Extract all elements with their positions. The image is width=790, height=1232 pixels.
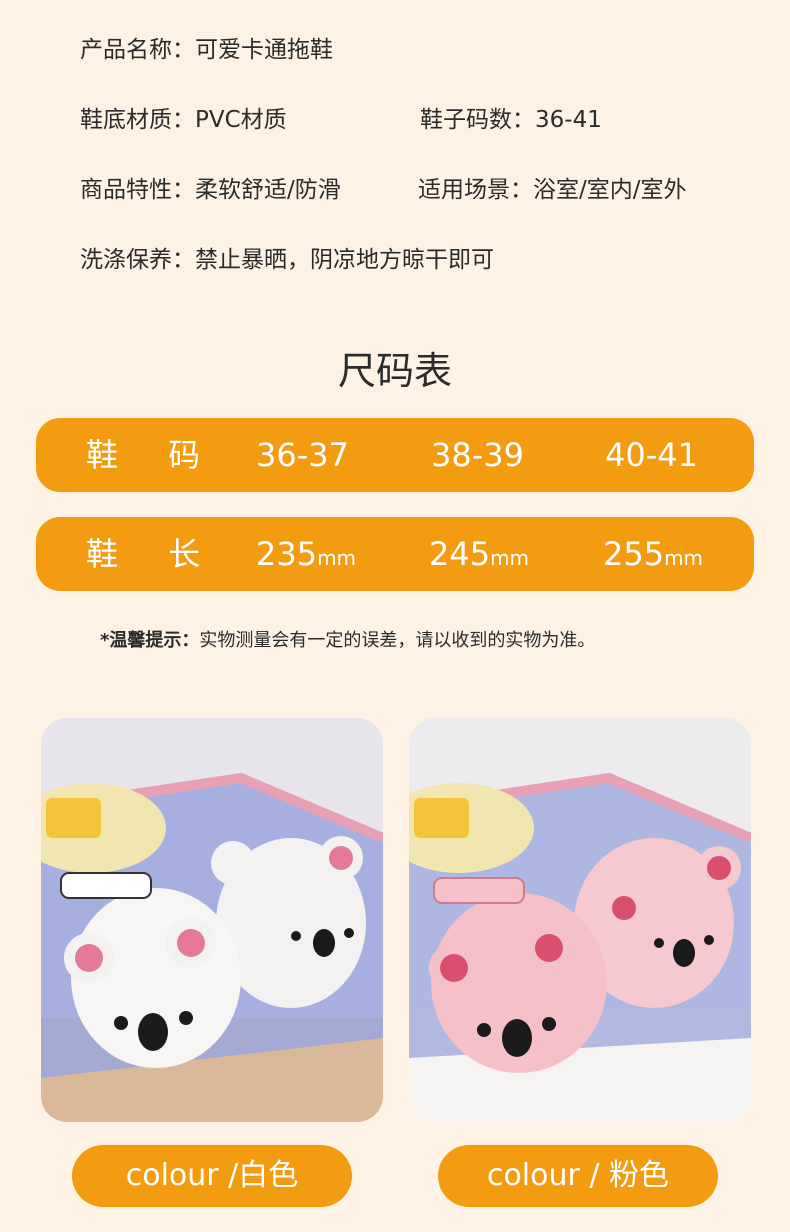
spec-value: 柔软舒适/防滑 [195, 177, 341, 203]
length-value: 235 [256, 535, 318, 573]
spec-label: 产品名称： [80, 37, 195, 63]
spec-value: PVC材质 [195, 107, 287, 133]
size-value: 36-37 [256, 436, 349, 474]
size-row-bar: 鞋 码 36-37 38-39 40-41 [36, 418, 754, 492]
spec-label: 商品特性： [80, 177, 195, 203]
colour-white-label: colour /白色 [72, 1145, 352, 1207]
spec-label: 鞋子码数： [420, 107, 535, 133]
spec-label: 洗涤保养： [80, 247, 195, 273]
length-value-cell: 255mm [603, 517, 703, 591]
length-value-cell: 245mm [429, 517, 529, 591]
spec-value: 36-41 [535, 107, 602, 133]
size-row-label: 鞋 码 [86, 436, 221, 474]
spec-value: 禁止暴晒，阴凉地方晾干即可 [195, 247, 494, 273]
spec-row-sole: 鞋底材质：PVC材质 鞋子码数：36-41 [80, 100, 602, 134]
colour-pink-label: colour / 粉色 [438, 1145, 718, 1207]
notice-text: 实物测量会有一定的误差，请以收到的实物为准。 [199, 630, 596, 651]
spec-row-feature: 商品特性：柔软舒适/防滑 适用场景：浴室/室内/室外 [80, 170, 687, 204]
spec-value: 可爱卡通拖鞋 [195, 37, 333, 63]
spec-size-range: 鞋子码数：36-41 [420, 100, 602, 134]
spec-row-name: 产品名称：可爱卡通拖鞋 [80, 30, 333, 64]
spec-scene: 适用场景：浴室/室内/室外 [418, 170, 687, 204]
size-value: 40-41 [605, 436, 698, 474]
spec-value: 浴室/室内/室外 [533, 177, 687, 203]
spec-label: 适用场景： [418, 177, 533, 203]
length-unit: mm [490, 546, 530, 570]
spec-label: 鞋底材质： [80, 107, 195, 133]
length-row-bar: 鞋 长 235mm 245mm 255mm [36, 517, 754, 591]
size-value: 38-39 [431, 436, 524, 474]
size-chart-title: 尺码表 [337, 349, 452, 393]
length-unit: mm [317, 546, 357, 570]
size-notice: *温馨提示：实物测量会有一定的误差，请以收到的实物为准。 [100, 626, 595, 652]
length-unit: mm [664, 546, 704, 570]
koala-slipper-pink-photo [409, 718, 751, 1122]
length-row-label: 鞋 长 [86, 535, 221, 573]
length-value: 245 [429, 535, 491, 573]
spec-row-care: 洗涤保养：禁止暴晒，阴凉地方晾干即可 [80, 240, 494, 274]
notice-prefix: *温馨提示： [100, 630, 200, 651]
length-value-cell: 235mm [256, 517, 356, 591]
length-value: 255 [603, 535, 665, 573]
koala-slipper-white-photo [41, 718, 383, 1122]
